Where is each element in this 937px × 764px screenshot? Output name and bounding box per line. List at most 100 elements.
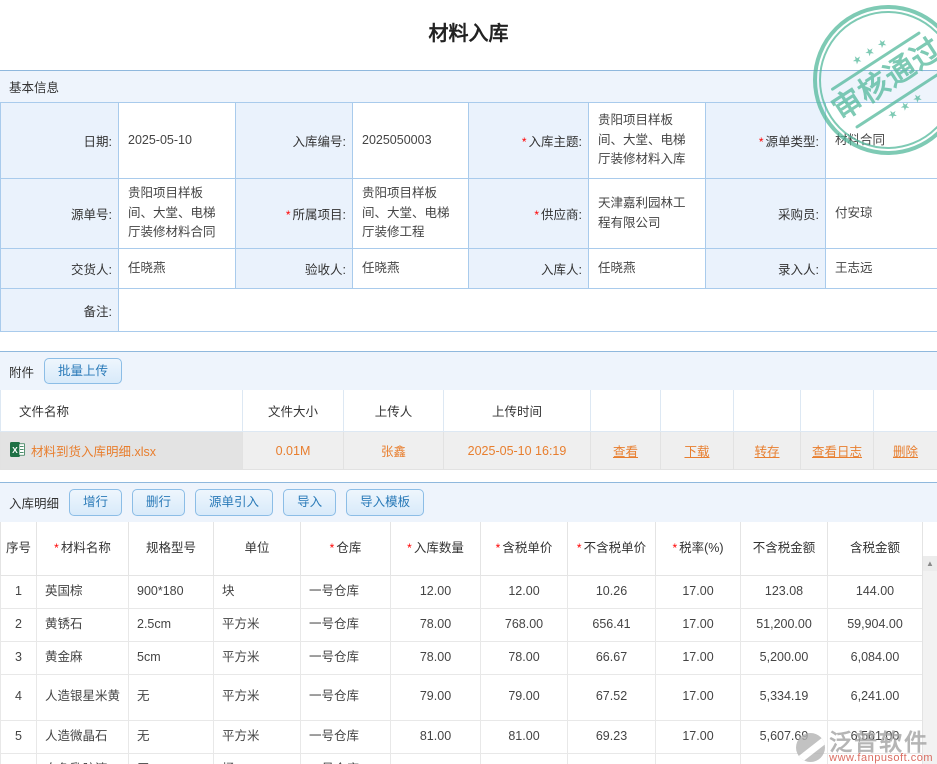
field-value-subject: 贵阳项目样板间、大堂、电梯厅装修材料入库 <box>589 103 706 179</box>
cell-seq: 1 <box>1 575 37 608</box>
field-label-buyer: 采购员: <box>706 179 826 249</box>
field-value-recorder: 王志远 <box>826 249 937 289</box>
cell-unit: 平方米 <box>214 641 301 674</box>
attach-header-action <box>874 390 937 432</box>
cell-material-name: 白色乳胶漆 <box>37 753 129 764</box>
basic-info-section-title: 基本信息 <box>9 77 59 96</box>
detail-table: 序号 *材料名称 规格型号 单位 *仓库 *入库数量 *含税单价 *不含税单价 … <box>0 522 923 764</box>
cell-unit: 平方米 <box>214 608 301 641</box>
cell-price-with-tax: 768.00 <box>481 608 568 641</box>
field-value-date: 2025-05-10 <box>119 103 236 179</box>
delete-row-button[interactable]: 删行 <box>132 489 185 515</box>
add-row-button[interactable]: 增行 <box>69 489 122 515</box>
cell-warehouse: 一号仓库 <box>301 720 391 753</box>
table-row: 6 白色乳胶漆 无 桶 一号仓库 81.00 79.00 67.52 17.00… <box>1 753 923 764</box>
cell-price-with-tax: 79.00 <box>481 674 568 720</box>
table-row: 5 人造微晶石 无 平方米 一号仓库 81.00 81.00 69.23 17.… <box>1 720 923 753</box>
import-button[interactable]: 导入 <box>283 489 336 515</box>
field-label-source-no: 源单号: <box>1 179 119 249</box>
cell-tax-rate: 17.00 <box>656 608 741 641</box>
batch-upload-button[interactable]: 批量上传 <box>44 358 122 384</box>
attach-header-uploadtime: 上传时间 <box>444 390 591 432</box>
field-label-date: 日期: <box>1 103 119 179</box>
cell-amount-without-tax: 5,469.23 <box>741 753 828 764</box>
cell-quantity: 12.00 <box>391 575 481 608</box>
cell-amount-without-tax: 51,200.00 <box>741 608 828 641</box>
field-label-inbound-no: 入库编号: <box>236 103 353 179</box>
cell-warehouse: 一号仓库 <box>301 641 391 674</box>
material-inbound-page: ★★★ 审核通过 ★★★ 材料入库 基本信息 日期: 2025-05-10 入库… <box>0 0 937 764</box>
field-label-subject: *入库主题: <box>469 103 589 179</box>
attach-header-action <box>591 390 661 432</box>
column-header-amount-without-tax: 不含税金额 <box>741 522 828 576</box>
view-log-link[interactable]: 查看日志 <box>812 445 862 459</box>
cell-seq: 3 <box>1 641 37 674</box>
field-label-stocker: 入库人: <box>469 249 589 289</box>
field-label-deliverer: 交货人: <box>1 249 119 289</box>
cell-price-without-tax: 66.67 <box>568 641 656 674</box>
attachment-uploader: 张鑫 <box>344 432 444 470</box>
table-row: 2 黄锈石 2.5cm 平方米 一号仓库 78.00 768.00 656.41… <box>1 608 923 641</box>
cell-material-name: 黄锈石 <box>37 608 129 641</box>
attach-header-action <box>734 390 801 432</box>
detail-section-title: 入库明细 <box>9 493 59 512</box>
cell-amount-with-tax: 6,561.00 <box>828 720 923 753</box>
cell-amount-without-tax: 5,607.69 <box>741 720 828 753</box>
cell-tax-rate: 17.00 <box>656 575 741 608</box>
cell-warehouse: 一号仓库 <box>301 753 391 764</box>
cell-tax-rate: 17.00 <box>656 674 741 720</box>
cell-amount-with-tax: 6,241.00 <box>828 674 923 720</box>
attachment-action-cell: 查看日志 <box>801 432 874 470</box>
basic-info-section-header: 基本信息 <box>0 70 937 102</box>
cell-material-name: 人造微晶石 <box>37 720 129 753</box>
cell-unit: 块 <box>214 575 301 608</box>
column-header-tax-rate: *税率(%) <box>656 522 741 576</box>
attachment-filename-link[interactable]: 材料到货入库明细.xlsx <box>31 445 156 459</box>
cell-warehouse: 一号仓库 <box>301 674 391 720</box>
import-template-button[interactable]: 导入模板 <box>346 489 424 515</box>
field-label-recorder: 录入人: <box>706 249 826 289</box>
cell-tax-rate: 17.00 <box>656 720 741 753</box>
cell-warehouse: 一号仓库 <box>301 608 391 641</box>
table-row: 4 人造银星米黄 无 平方米 一号仓库 79.00 79.00 67.52 17… <box>1 674 923 720</box>
scroll-up-arrow-icon[interactable]: ▲ <box>923 556 937 571</box>
attachments-section-title: 附件 <box>9 362 34 381</box>
download-file-link[interactable]: 下载 <box>684 445 709 459</box>
required-asterisk: * <box>54 541 59 555</box>
required-asterisk: * <box>534 208 539 222</box>
field-label-supplier: *供应商: <box>469 179 589 249</box>
basic-info-table: 日期: 2025-05-10 入库编号: 2025050003 *入库主题: 贵… <box>0 102 937 332</box>
cell-seq: 4 <box>1 674 37 720</box>
import-from-source-button[interactable]: 源单引入 <box>195 489 273 515</box>
attachment-row: X 材料到货入库明细.xlsx 0.01M 张鑫 2025-05-10 16:1… <box>1 432 937 470</box>
column-header-material-name: *材料名称 <box>37 522 129 576</box>
cell-spec: 无 <box>129 720 214 753</box>
detail-table-scrollbar[interactable]: ▲ <box>922 556 937 764</box>
cell-amount-with-tax: 144.00 <box>828 575 923 608</box>
cell-price-without-tax: 69.23 <box>568 720 656 753</box>
cell-quantity: 81.00 <box>391 753 481 764</box>
field-label-inspector: 验收人: <box>236 249 353 289</box>
column-header-amount-with-tax: 含税金额 <box>828 522 923 576</box>
cell-price-without-tax: 67.52 <box>568 753 656 764</box>
cell-seq: 5 <box>1 720 37 753</box>
field-label-remark: 备注: <box>1 289 119 332</box>
field-value-source-type: 材料合同 <box>826 103 937 179</box>
cell-price-with-tax: 79.00 <box>481 753 568 764</box>
page-title: 材料入库 <box>0 0 937 62</box>
cell-quantity: 78.00 <box>391 641 481 674</box>
required-asterisk: * <box>759 135 764 149</box>
cell-material-name: 英国棕 <box>37 575 129 608</box>
transfer-file-link[interactable]: 转存 <box>754 445 779 459</box>
table-row: 3 黄金麻 5cm 平方米 一号仓库 78.00 78.00 66.67 17.… <box>1 641 923 674</box>
cell-quantity: 81.00 <box>391 720 481 753</box>
cell-price-without-tax: 67.52 <box>568 674 656 720</box>
attachment-action-cell: 查看 <box>591 432 661 470</box>
field-value-stocker: 任晓燕 <box>589 249 706 289</box>
cell-price-with-tax: 12.00 <box>481 575 568 608</box>
delete-file-link[interactable]: 删除 <box>893 445 918 459</box>
cell-quantity: 78.00 <box>391 608 481 641</box>
view-file-link[interactable]: 查看 <box>613 445 638 459</box>
cell-warehouse: 一号仓库 <box>301 575 391 608</box>
cell-amount-without-tax: 5,334.19 <box>741 674 828 720</box>
